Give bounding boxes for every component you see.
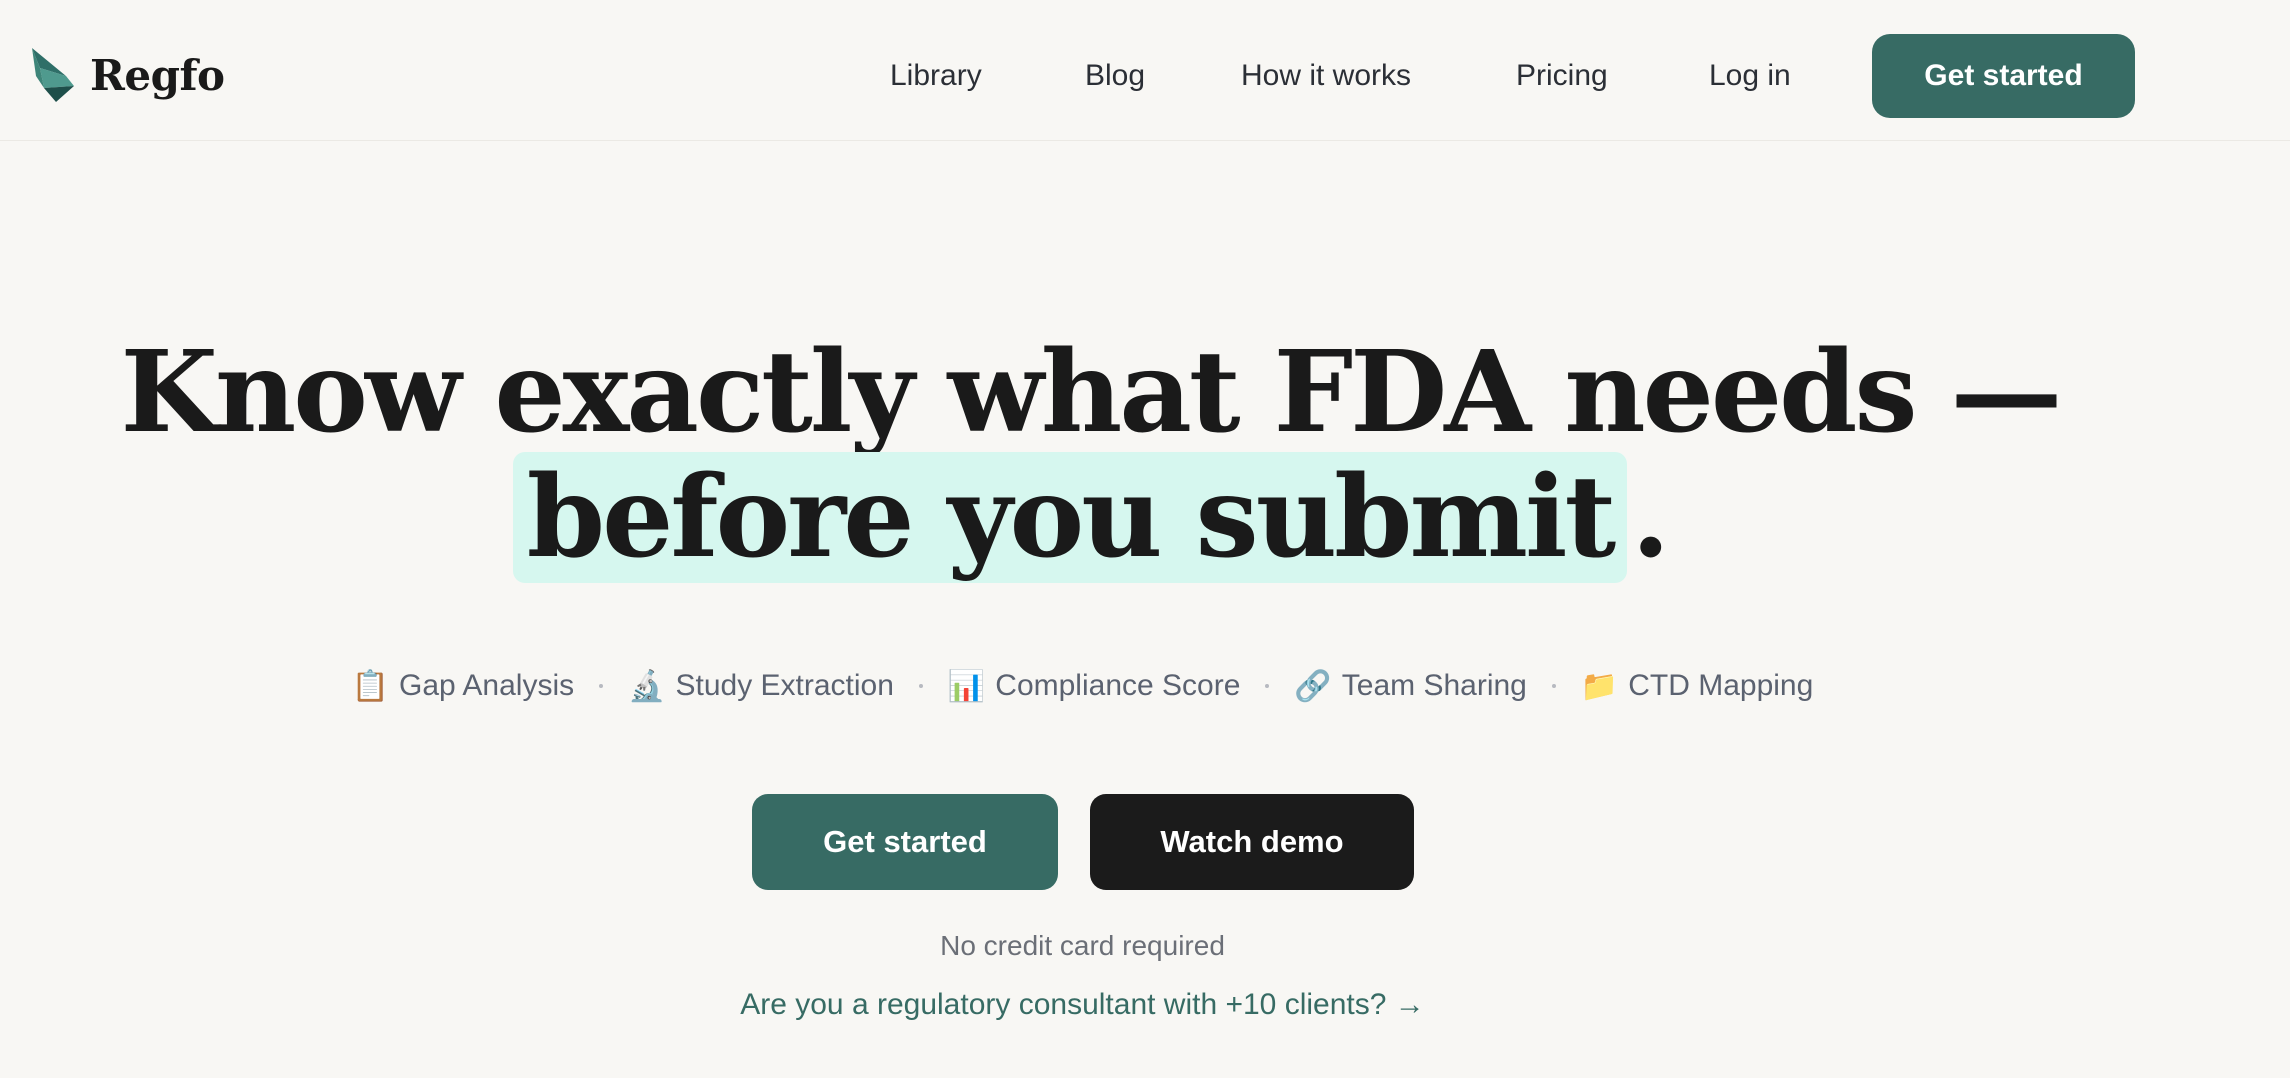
get-started-button[interactable]: Get started [752,794,1058,890]
separator-dot [918,684,923,688]
feature-study-extraction: 🔬 Study Extraction [628,669,894,704]
headline-highlight: before you submit [512,452,1628,583]
header-get-started-button[interactable]: Get started [1872,34,2135,118]
feature-label: Compliance Score [995,669,1241,702]
nav-pricing[interactable]: Pricing [1516,52,1608,100]
no-credit-card-note: No credit card required [940,930,1225,961]
logo[interactable]: Regfo [30,44,225,106]
feature-ctd-mapping: 📁 CTD Mapping [1581,669,1813,704]
separator-dot [599,684,604,688]
watch-demo-button[interactable]: Watch demo [1090,794,1414,890]
feature-label: Gap Analysis [399,669,575,702]
consultant-link[interactable]: Are you a regulatory consultant with +10… [0,988,2165,1022]
feature-label: Team Sharing [1341,669,1527,702]
link-icon: 🔗 [1294,668,1332,704]
microscope-icon: 🔬 [628,668,666,704]
clipboard-icon: 📋 [351,668,390,704]
landing-page: Regfo Library Blog How it works Pricing … [0,0,2290,1078]
feature-label: CTD Mapping [1628,669,1814,702]
folder-icon: 📁 [1580,668,1619,704]
hero-headline: Know exactly what FDA needs — before you… [0,327,2180,583]
headline-period: . [1631,452,1670,583]
bar-chart-icon: 📊 [947,668,986,704]
separator-dot [1265,684,1270,688]
headline-line-1: Know exactly what FDA needs — [120,327,2062,458]
feature-compliance-score: 📊 Compliance Score [948,669,1240,704]
feature-team-sharing: 🔗 Team Sharing [1294,669,1526,704]
nav-how-it-works[interactable]: How it works [1241,52,1411,100]
separator-dot [1551,684,1556,688]
brand-name: Regfo [90,50,225,100]
feature-label: Study Extraction [675,669,894,702]
nav-blog[interactable]: Blog [1085,52,1145,100]
nav-library[interactable]: Library [890,52,982,100]
site-header: Regfo Library Blog How it works Pricing … [0,0,2290,141]
headline-line-2: before you submit. [0,452,2180,583]
feature-gap-analysis: 📋 Gap Analysis [352,669,574,704]
bird-logo-icon [32,48,74,102]
nav-login[interactable]: Log in [1709,52,1791,100]
feature-list: 📋 Gap Analysis 🔬 Study Extraction 📊 Comp… [0,658,2165,714]
